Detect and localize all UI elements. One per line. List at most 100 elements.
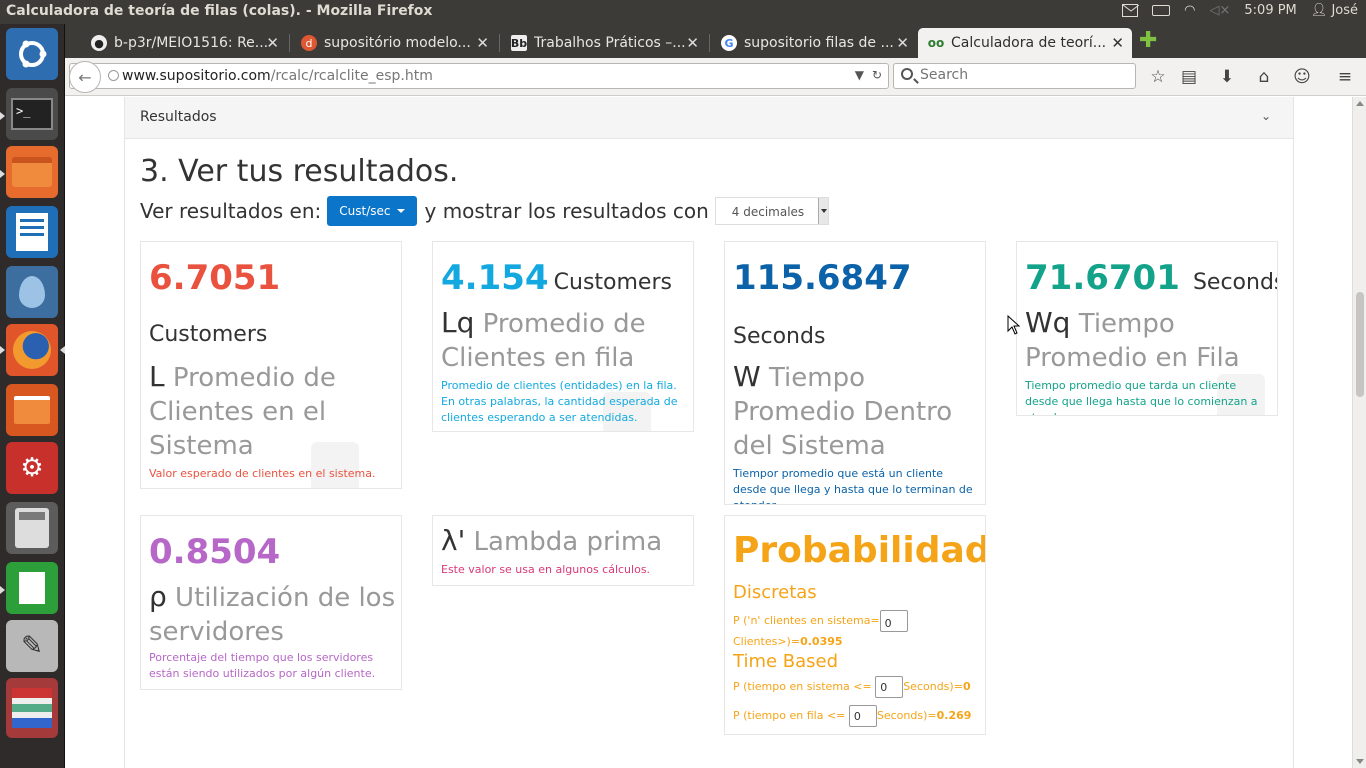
tab-blackboard[interactable]: Bb Trabalhos Práticos –... ✕ xyxy=(501,28,707,58)
time-based-title: Time Based xyxy=(733,651,839,672)
mail-icon[interactable] xyxy=(1122,4,1140,17)
search-input[interactable] xyxy=(920,67,1120,83)
url-host: www.supositorio.com xyxy=(122,68,271,84)
terminal-icon[interactable]: >_ xyxy=(6,88,58,140)
user-menu[interactable]: 👤︎ José xyxy=(1311,3,1358,18)
calc-icon[interactable] xyxy=(6,562,58,614)
blackboard-icon: Bb xyxy=(510,35,528,51)
discrete-suffix: Clientes>)= xyxy=(733,635,801,648)
url-bar[interactable]: ← www.supositorio.com/rcalc/rcalclite_es… xyxy=(69,61,889,93)
tab-github[interactable]: ● b-p3r/MEIO1516: Re... ✕ xyxy=(81,28,287,58)
mouse-cursor-icon xyxy=(1007,315,1021,335)
step-title: 3. Ver tus resultados. xyxy=(140,154,459,189)
Lq-description: Promedio de clientes (entidades) en la f… xyxy=(441,379,678,424)
vertical-scrollbar[interactable] xyxy=(1352,97,1366,768)
system-time-probability: P (tiempo en sistema <= 0 Seconds)=0 xyxy=(733,676,983,698)
text-editor-icon[interactable]: ✎ xyxy=(6,620,58,672)
wifi-icon[interactable]: ◠ xyxy=(1184,3,1195,18)
panel-title: Resultados xyxy=(140,109,217,125)
discrete-prefix: P ('n' clientes en sistema= xyxy=(733,614,880,627)
select-arrow-icon[interactable] xyxy=(817,198,828,224)
url-path: /rcalc/rcalclite_esp.htm xyxy=(270,68,433,84)
calculator-icon[interactable] xyxy=(6,502,58,554)
system-time-input[interactable]: 0 xyxy=(875,676,904,698)
download-icon[interactable]: ⬇ xyxy=(1216,66,1238,88)
rho-value: 0.8504 xyxy=(149,532,281,572)
scrollbar-thumb[interactable] xyxy=(1356,292,1364,397)
drop-icon[interactable] xyxy=(6,266,58,318)
window-title: Calculadora de teoría de filas (colas). … xyxy=(6,3,433,19)
user-icon: 👤︎ xyxy=(1310,3,1328,18)
clock[interactable]: 5:09 PM xyxy=(1244,3,1296,18)
tab-label: supositório modelo... xyxy=(324,35,471,51)
card-W: 115.6847 Seconds W Tiempo Promedio Dentr… xyxy=(724,241,986,505)
system-time-prefix: P (tiempo en sistema <= xyxy=(733,680,872,693)
panel-header[interactable]: Resultados ⌄ xyxy=(125,97,1293,139)
battery-icon[interactable] xyxy=(1152,5,1171,16)
close-icon[interactable]: ✕ xyxy=(266,34,279,52)
chat-icon[interactable]: ☺ xyxy=(1291,66,1313,88)
card-lambda: λ' Lambda prima Este valor se usa en alg… xyxy=(432,515,694,586)
bookmark-star-icon[interactable]: ☆ xyxy=(1147,66,1169,88)
card-L: 6.7051 Customers L Promedio de Clientes … xyxy=(140,241,402,489)
software-center-icon[interactable] xyxy=(6,384,58,436)
suposition-icon: oo xyxy=(927,36,945,50)
github-icon: ● xyxy=(91,35,107,51)
tab-google[interactable]: G supositorio filas de ... ✕ xyxy=(711,28,917,58)
system-settings-icon[interactable]: ⚙ xyxy=(6,442,58,494)
queue-time-input[interactable]: 0 xyxy=(848,705,877,727)
tab-label: supositorio filas de ... xyxy=(744,35,894,51)
volume-muted-icon[interactable]: ◁× xyxy=(1210,3,1231,18)
menu-icon[interactable]: ≡ xyxy=(1334,66,1356,88)
new-tab-icon[interactable]: ✚ xyxy=(1139,30,1157,52)
units-dropdown-button[interactable]: Cust/sec xyxy=(327,196,417,226)
discrete-n-input[interactable]: 0 xyxy=(879,610,908,632)
Wq-description: Tiempo promedio que tarda un cliente des… xyxy=(1025,379,1258,415)
decimals-select[interactable]: 4 decimales xyxy=(714,197,829,225)
discrete-result: 0.0395 xyxy=(800,635,843,648)
close-icon[interactable]: ✕ xyxy=(1111,34,1124,52)
W-unit: Seconds xyxy=(733,324,826,349)
system-time-result: 0 xyxy=(962,680,971,693)
home-icon[interactable]: ⌂ xyxy=(1253,66,1275,88)
back-button[interactable]: ← xyxy=(69,61,101,93)
rho-symbol: ρ xyxy=(149,580,167,613)
firefox-icon[interactable] xyxy=(6,324,58,376)
scroll-down-arrow-icon[interactable] xyxy=(1356,759,1364,764)
tab-label: Trabalhos Práticos –... xyxy=(534,35,686,51)
tab-calculadora[interactable]: oo Calculadora de teorí... ✕ xyxy=(918,28,1132,58)
rho-label: Utilización de los servidores xyxy=(149,583,396,647)
units-label: Ver resultados en: xyxy=(140,199,322,223)
url-text[interactable]: www.supositorio.com/rcalc/rcalclite_esp.… xyxy=(122,68,433,84)
system-time-suffix: Seconds)= xyxy=(903,680,963,693)
back-arrow-icon: ← xyxy=(78,67,92,87)
decimals-label: y mostrar los resultados con xyxy=(424,199,709,223)
ubuntu-dash-icon[interactable] xyxy=(6,28,58,80)
W-label: Tiempo Promedio Dentro del Sistema xyxy=(733,363,953,461)
search-bar[interactable] xyxy=(893,63,1136,89)
caret-down-icon xyxy=(396,209,405,213)
reading-list-icon[interactable]: ▤ xyxy=(1178,66,1200,88)
writer-icon[interactable] xyxy=(6,206,58,258)
scroll-up-arrow-icon[interactable] xyxy=(1356,101,1364,106)
reload-icon[interactable]: ↻ xyxy=(872,68,882,82)
card-Wq: 71.6701 Seconds Wq Tiempo Promedio en Fi… xyxy=(1016,241,1278,416)
chevron-down-icon[interactable]: ⌄ xyxy=(1261,109,1271,123)
stack-icon[interactable] xyxy=(6,678,58,738)
files-icon[interactable] xyxy=(6,146,58,198)
duckduckgo-icon: d xyxy=(301,35,317,51)
L-description: Valor esperado de clientes en el sistema… xyxy=(149,467,376,480)
page-content: Resultados ⌄ 3. Ver tus resultados. Ver … xyxy=(65,97,1352,768)
Lq-unit: Customers xyxy=(553,270,672,295)
close-icon[interactable]: ✕ xyxy=(686,34,699,52)
tab-duckduckgo[interactable]: d supositório modelo... ✕ xyxy=(291,28,497,58)
close-icon[interactable]: ✕ xyxy=(896,34,909,52)
card-probabilities: Probabilidades Discretas P ('n' clientes… xyxy=(724,515,986,735)
close-icon[interactable]: ✕ xyxy=(476,34,489,52)
queue-time-prefix: P (tiempo en fila <= xyxy=(733,709,846,722)
lambda-description: Este valor se usa en algunos cálculos. xyxy=(441,563,651,576)
dropdown-icon[interactable]: ▼ xyxy=(855,68,864,82)
Lq-symbol: Lq xyxy=(441,306,475,339)
tab-strip: ● b-p3r/MEIO1516: Re... ✕ d supositório … xyxy=(65,24,1366,58)
L-unit: Customers xyxy=(149,322,268,347)
